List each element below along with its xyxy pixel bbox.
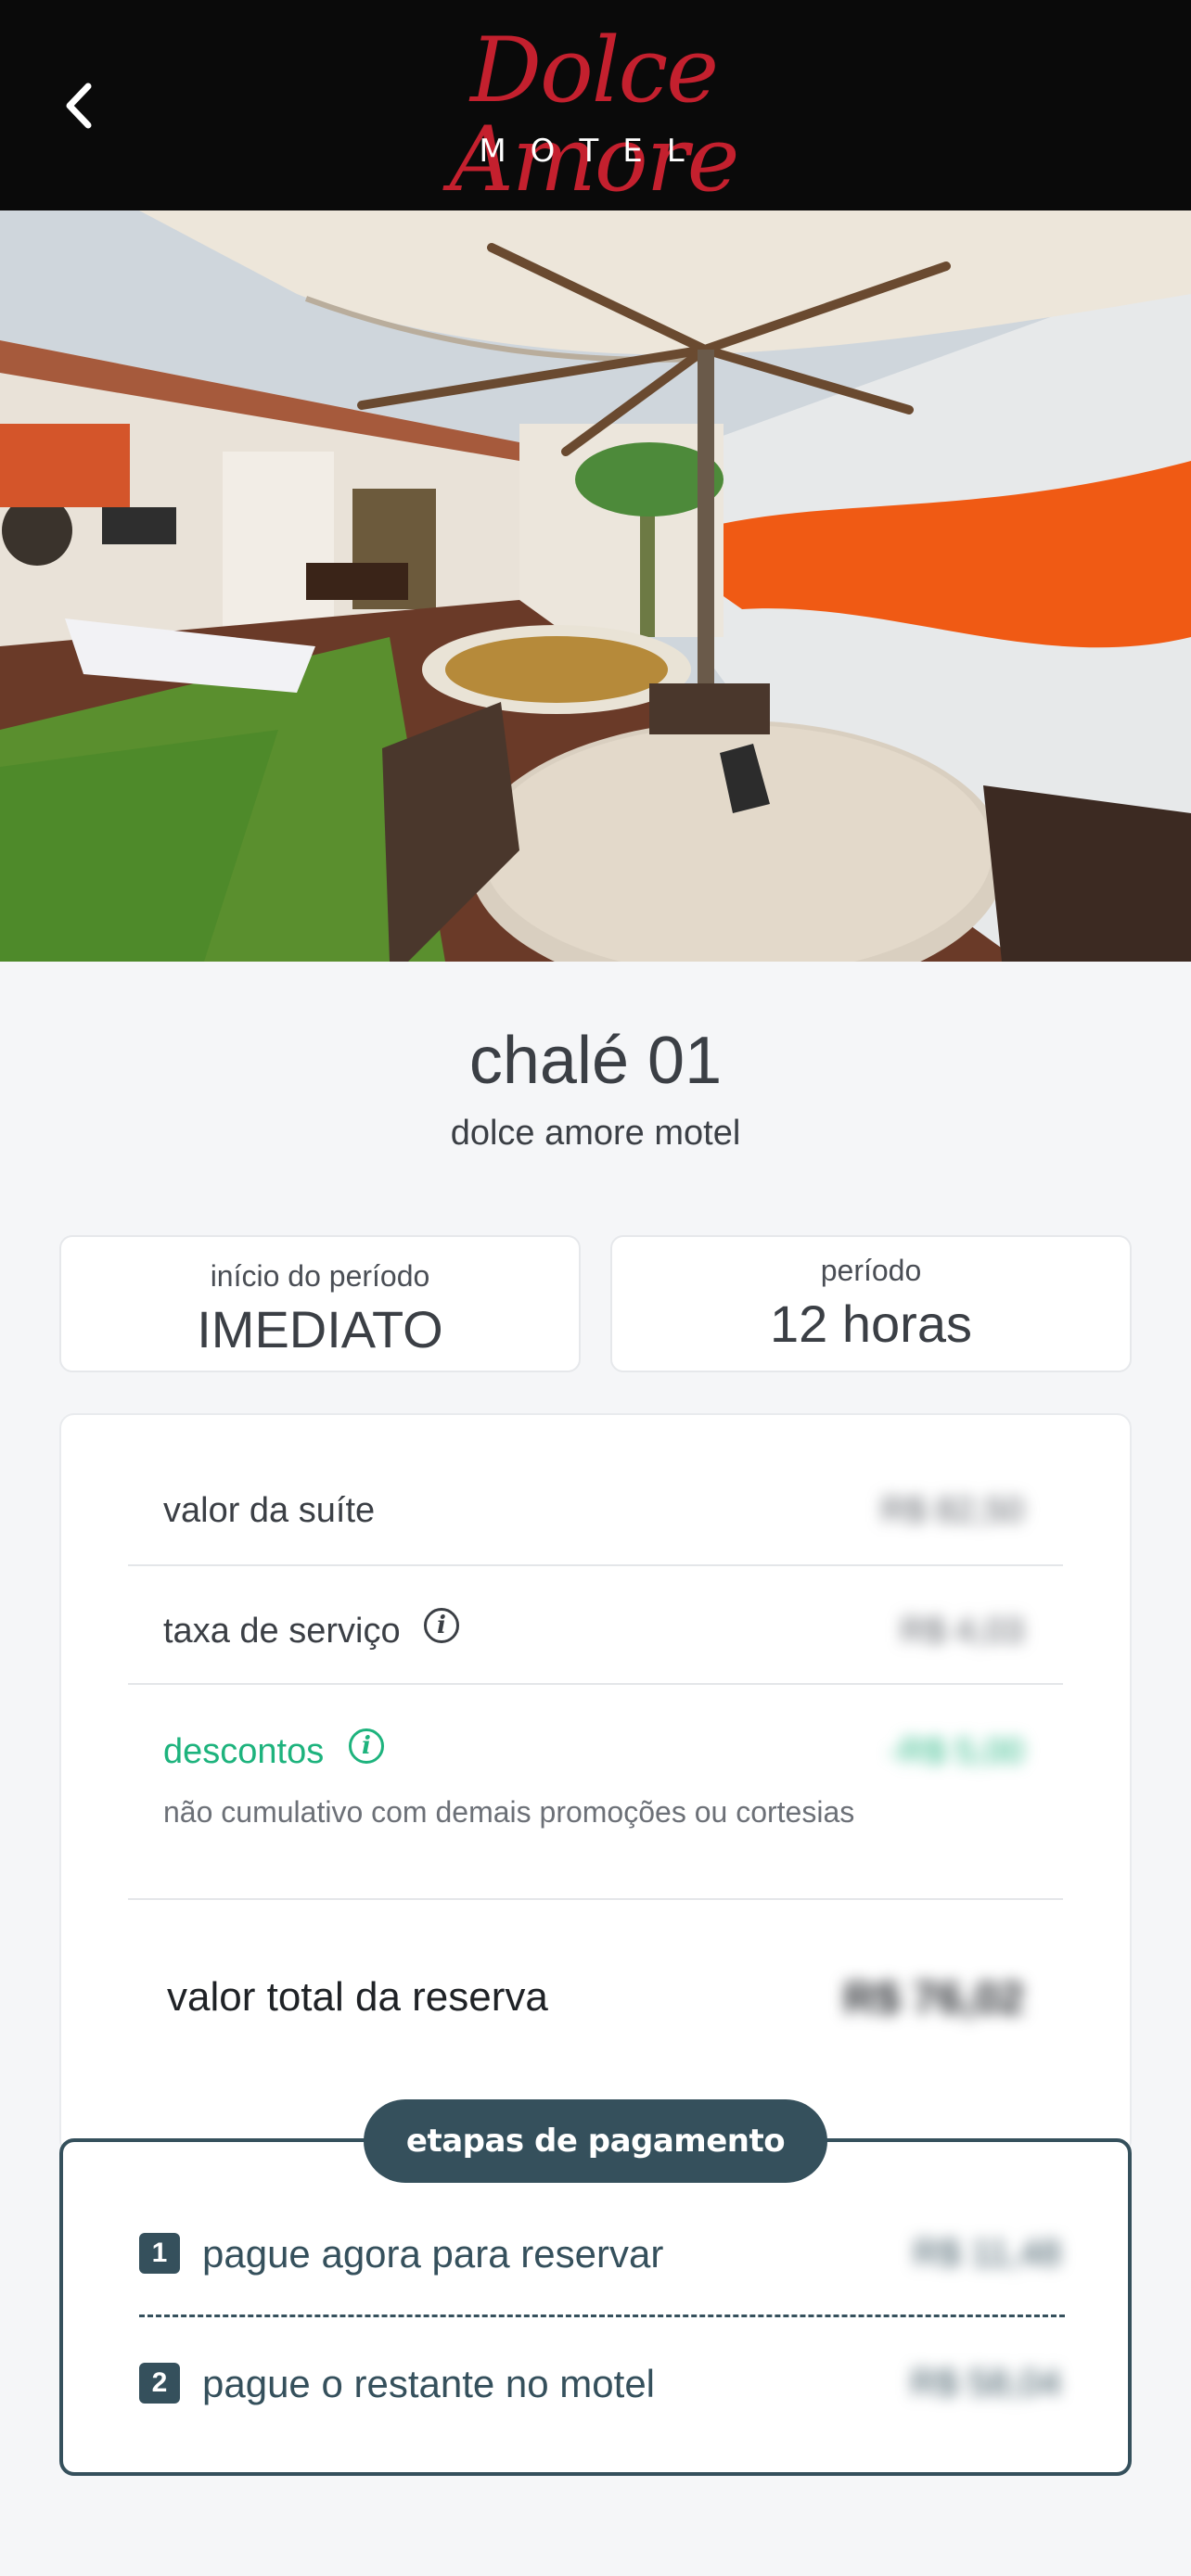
room-photo-carousel[interactable] [0, 210, 1191, 962]
service-fee-value: R$ 4,03 [900, 1612, 1024, 1651]
service-fee-info-icon[interactable]: i [424, 1608, 459, 1643]
motel-name: dolce amore motel [450, 1114, 741, 1153]
duration-value: 12 horas [770, 1294, 972, 1353]
chevron-left-icon [66, 83, 92, 129]
start-period-card: início do período IMEDIATO [59, 1235, 581, 1372]
back-button[interactable] [54, 76, 102, 135]
start-period-label: início do período [210, 1259, 430, 1293]
step-2-label: pague o restante no motel [202, 2362, 656, 2405]
step-1-badge: 1 [139, 2233, 180, 2274]
room-photo [0, 210, 1191, 962]
payment-steps-title: etapas de pagamento [364, 2099, 827, 2183]
step-1-value: R$ 11,48 [913, 2233, 1061, 2274]
discount-value: -R$ 5,00 [889, 1732, 1024, 1771]
step-2-value: R$ 58,04 [910, 2363, 1061, 2404]
total-label: valor total da reserva [167, 1974, 548, 2020]
divider [128, 1564, 1063, 1566]
suite-price-label: valor da suíte [163, 1491, 376, 1530]
duration-card: período 12 horas [610, 1235, 1132, 1372]
divider [128, 1683, 1063, 1685]
duration-label: período [820, 1254, 922, 1287]
discount-label: descontos [163, 1732, 325, 1771]
suite-price-value: R$ 82,50 [880, 1491, 1024, 1530]
discount-info-icon[interactable]: i [349, 1728, 384, 1764]
brand-logo: Dolce Amore [449, 19, 740, 211]
payment-steps-box [59, 2138, 1132, 2476]
room-name: chalé 01 [468, 1024, 723, 1098]
step-divider [139, 2315, 1065, 2317]
discount-note: não cumulativo com demais promoções ou c… [163, 1795, 855, 1829]
step-1-label: pague agora para reservar [202, 2232, 664, 2276]
divider [128, 1898, 1063, 1900]
service-fee-label: taxa de serviço [163, 1612, 401, 1651]
start-period-value: IMEDIATO [197, 1300, 443, 1358]
app-header: Dolce Amore MOTEL [0, 0, 1191, 210]
brand-subtitle: MOTEL [479, 133, 709, 170]
step-2-badge: 2 [139, 2363, 180, 2404]
total-value: R$ 76,02 [843, 1974, 1024, 2023]
